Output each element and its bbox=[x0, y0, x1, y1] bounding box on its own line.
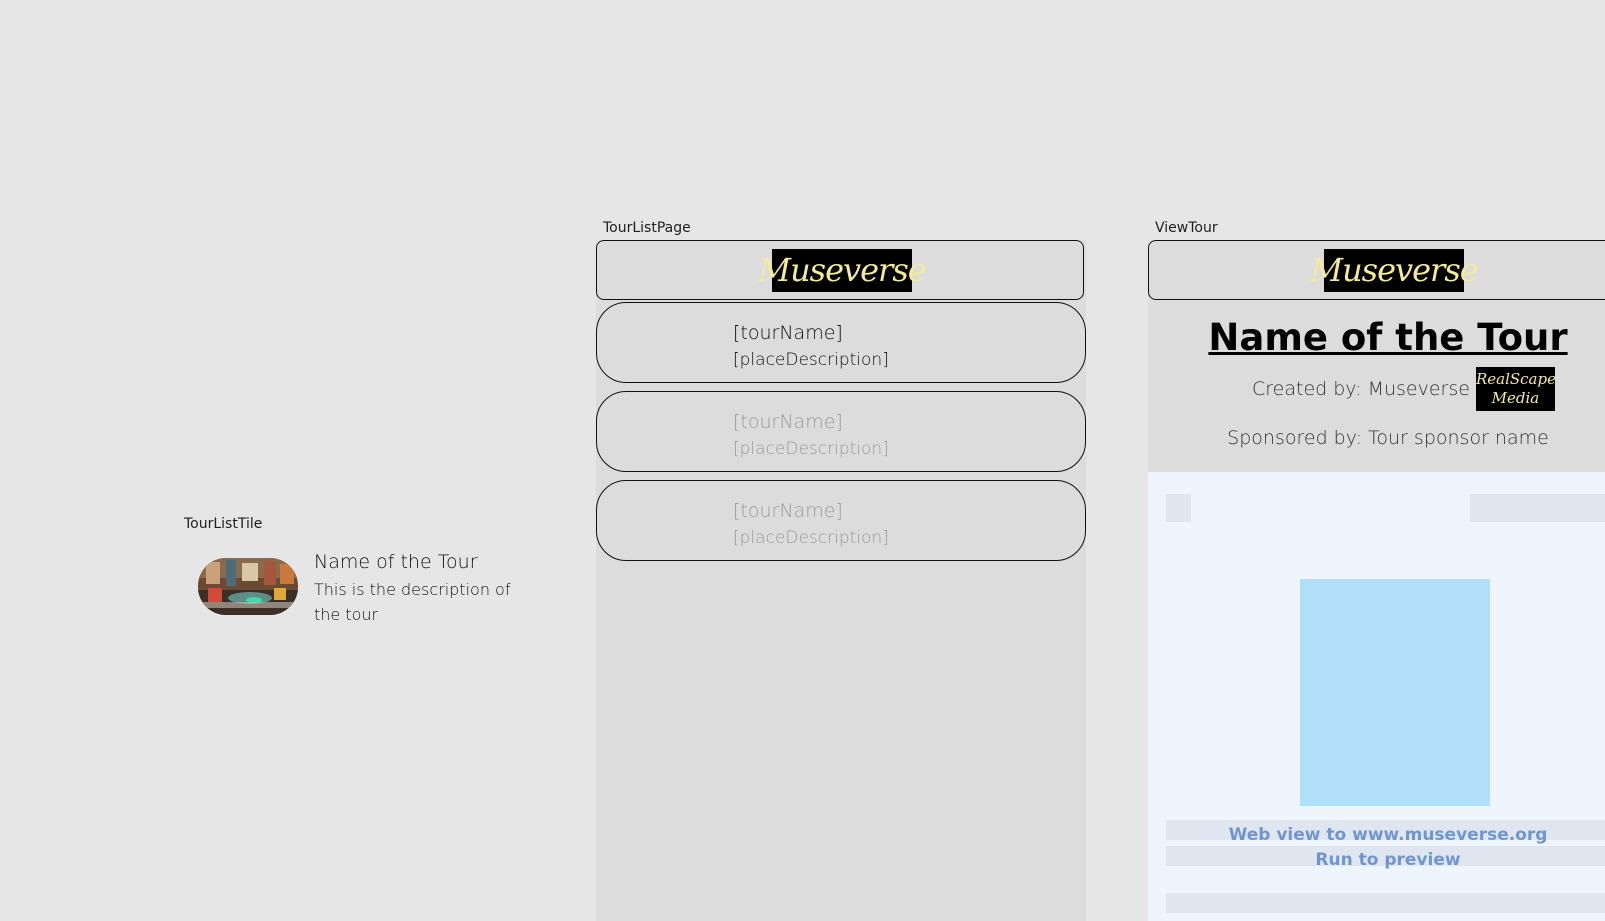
museverse-logo[interactable]: Museverse bbox=[1310, 249, 1479, 292]
place-description: [placeDescription] bbox=[733, 528, 889, 548]
tour-title: Name of the Tour bbox=[1208, 316, 1568, 359]
place-description: [placeDescription] bbox=[733, 350, 889, 370]
webview-placeholder-block bbox=[1166, 893, 1605, 913]
tour-thumbnail-image bbox=[198, 558, 298, 615]
creator-row: Created by: Museverse RealScape Media bbox=[1252, 367, 1556, 411]
tour-name: [tourName] bbox=[733, 322, 843, 344]
sponsor-logo-line: RealScape bbox=[1475, 370, 1556, 388]
webview-placeholder-block bbox=[1470, 494, 1605, 522]
created-by-text: Created by: Museverse bbox=[1252, 378, 1470, 400]
tour-list-item[interactable]: [tourName] [placeDescription] bbox=[596, 480, 1086, 561]
realscape-media-logo: RealScape Media bbox=[1475, 367, 1556, 411]
webview-media-placeholder bbox=[1300, 579, 1490, 806]
tour-name: [tourName] bbox=[733, 411, 843, 433]
tour-name: [tourName] bbox=[733, 500, 843, 522]
tour-list-item[interactable]: [tourName] [placeDescription] bbox=[596, 391, 1086, 472]
tile-title: Name of the Tour bbox=[314, 551, 478, 573]
tour-list-page-frame: Museverse [tourName] [placeDescription] … bbox=[596, 240, 1086, 921]
place-description: [placeDescription] bbox=[733, 439, 889, 459]
app-bar: Museverse bbox=[1148, 240, 1605, 300]
frame-label-tour-list-page: TourListPage bbox=[603, 220, 691, 236]
frame-label-tour-list-tile: TourListTile bbox=[184, 516, 263, 532]
sponsor-logo-line: Media bbox=[1491, 389, 1540, 407]
sponsored-by-text: Sponsored by: Tour sponsor name bbox=[1227, 427, 1549, 449]
webview-preview-text: Run to preview bbox=[1315, 850, 1461, 870]
tile-description: This is the description of the tour bbox=[314, 580, 511, 624]
app-bar: Museverse bbox=[596, 240, 1084, 300]
webview-placeholder-block bbox=[1166, 494, 1191, 522]
tour-list-tile[interactable]: Name of the Tour This is the description… bbox=[198, 549, 538, 629]
frame-label-view-tour: ViewTour bbox=[1155, 220, 1218, 236]
museverse-logo[interactable]: Museverse bbox=[758, 249, 927, 292]
web-view-placeholder[interactable]: Web view to www.museverse.org Run to pre… bbox=[1148, 472, 1605, 921]
webview-url-text: Web view to www.museverse.org bbox=[1228, 825, 1548, 845]
tour-list-item[interactable]: [tourName] [placeDescription] bbox=[596, 302, 1086, 383]
view-tour-frame: Museverse Name of the Tour Created by: M… bbox=[1148, 240, 1605, 921]
tour-header: Name of the Tour Created by: Museverse R… bbox=[1148, 302, 1605, 472]
